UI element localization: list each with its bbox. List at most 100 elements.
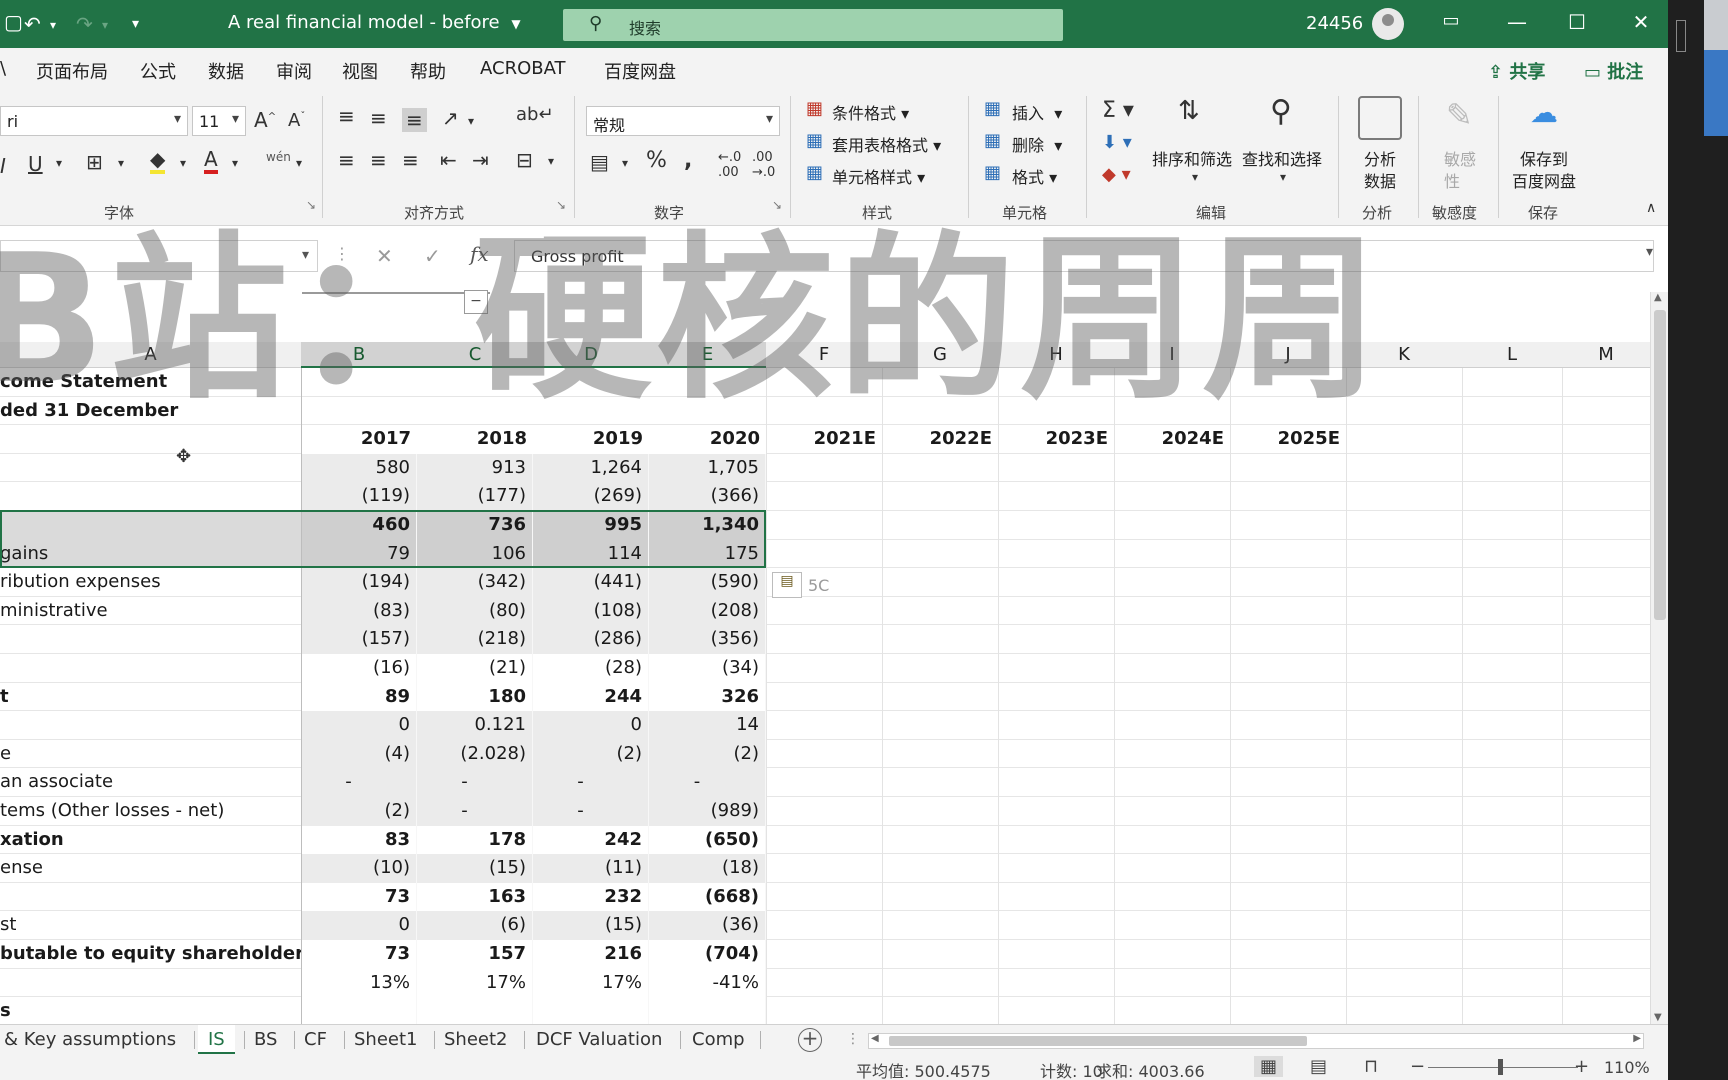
merge-center-icon[interactable]: ⊟ [516, 148, 533, 172]
dialog-launcher-icon[interactable]: ↘ [772, 198, 782, 212]
table-cell[interactable]: 2019 [533, 425, 649, 454]
column-header-l[interactable]: L [1462, 342, 1562, 368]
table-cell[interactable]: (108) [533, 596, 649, 626]
table-cell[interactable]: 17% [533, 968, 649, 998]
font-size-select[interactable]: 11 ▾ [192, 106, 246, 136]
table-cell[interactable]: 157 [417, 940, 533, 969]
column-header-i[interactable]: I [1114, 342, 1230, 368]
table-cell[interactable]: 1,264 [533, 453, 649, 483]
table-row[interactable]: 2017 2018 2019 2020 2021E 2022E 2023E 2024E 2025… [0, 425, 1652, 454]
zoom-slider-thumb[interactable] [1498, 1059, 1503, 1075]
tab-key-assumptions[interactable]: & Key assumptions [4, 1025, 176, 1055]
undo-dropdown-icon[interactable]: ▾ [50, 18, 56, 32]
share-button[interactable]: ⇪ 共享 [1488, 58, 1545, 84]
chevron-down-icon[interactable]: ▾ [118, 156, 124, 170]
table-cell[interactable]: (177) [417, 482, 533, 511]
underline-icon[interactable]: U [28, 152, 43, 176]
dialog-launcher-icon[interactable]: ↘ [306, 198, 316, 212]
table-cell[interactable]: (989) [649, 797, 766, 826]
table-cell[interactable]: (119) [301, 482, 417, 511]
table-cell[interactable]: (650) [649, 825, 766, 855]
table-cell[interactable]: (590) [649, 568, 766, 597]
increase-font-icon[interactable]: A^ [254, 108, 276, 132]
table-row[interactable]: (119) (177) (269) (366) [0, 482, 1652, 511]
table-cell[interactable]: 0.121 [417, 711, 533, 740]
align-middle-icon[interactable]: ≡ [370, 106, 387, 130]
analyze-data-label-1[interactable]: 分析 [1364, 146, 1396, 170]
table-cell[interactable]: 2022E [882, 425, 998, 454]
table-cell[interactable]: (83) [301, 596, 417, 626]
table-row[interactable]: 0 0.121 0 14 [0, 711, 1652, 740]
table-cell[interactable]: (36) [649, 911, 766, 940]
table-cell[interactable]: 580 [301, 453, 417, 483]
table-cell[interactable]: 995 [533, 511, 649, 540]
table-cell[interactable]: 0 [301, 711, 417, 740]
table-row[interactable]: st 0 (6) (15) (36) [0, 911, 1652, 940]
table-cell[interactable]: (4) [301, 739, 417, 769]
table-cell[interactable]: 180 [417, 682, 533, 712]
table-cell[interactable]: 17% [417, 968, 533, 998]
tab-splitter-icon[interactable]: ⋮ [846, 1031, 860, 1047]
save-to-pan-label-2[interactable]: 百度网盘 [1512, 168, 1576, 192]
table-cell[interactable]: 326 [649, 682, 766, 712]
menu-item-review[interactable]: 审阅 [276, 58, 312, 84]
table-cell[interactable]: 89 [301, 682, 417, 712]
row-label[interactable]: st [0, 911, 301, 940]
normal-view-icon[interactable]: ▦ [1254, 1056, 1284, 1077]
table-cell[interactable]: (18) [649, 854, 766, 883]
minimize-icon[interactable]: — [1502, 10, 1532, 34]
align-top-icon[interactable]: ≡ [338, 104, 355, 128]
table-cell[interactable]: 2021E [766, 425, 882, 454]
clear-icon[interactable]: ◆ ▾ [1102, 164, 1131, 185]
spreadsheet-grid[interactable]: ABCDEFGHIJKLM come Statement ded 31 Decem… [0, 342, 1652, 1030]
row-label[interactable]: ribution expenses [0, 568, 301, 597]
row-label[interactable]: an associate [0, 768, 301, 797]
menu-item-data[interactable]: 数据 [208, 58, 244, 84]
decrease-font-icon[interactable]: Aˇ [288, 110, 305, 131]
font-name-select[interactable]: ri ▾ [0, 106, 188, 136]
table-cell[interactable]: (21) [417, 654, 533, 683]
table-cell[interactable]: (441) [533, 568, 649, 597]
row-label[interactable]: ministrative [0, 597, 301, 626]
table-row[interactable]: s [0, 997, 1652, 1026]
chevron-down-icon[interactable]: ▾ [56, 156, 62, 170]
row-label[interactable] [0, 969, 301, 998]
add-sheet-icon[interactable]: + [798, 1028, 822, 1052]
row-label[interactable]: ded 31 December [0, 397, 301, 426]
row-label[interactable] [0, 654, 301, 683]
table-cell[interactable]: 0 [533, 711, 649, 740]
table-cell[interactable] [649, 368, 766, 397]
table-cell[interactable]: - [301, 768, 417, 797]
column-header-k[interactable]: K [1346, 342, 1462, 368]
table-row[interactable]: (157) (218) (286) (356) [0, 625, 1652, 654]
formula-input[interactable]: Gross profit [514, 240, 1654, 272]
table-cell[interactable] [533, 997, 649, 1026]
table-row[interactable]: 460 736 995 1,340 [0, 511, 1652, 540]
quick-analysis-icon[interactable]: ▤ [772, 572, 802, 598]
row-label[interactable] [0, 454, 301, 483]
table-row[interactable]: ministrative (83) (80) (108) (208) [0, 596, 1652, 626]
tab-is[interactable]: IS [198, 1025, 235, 1055]
delete-button[interactable]: 删除 ▾ [1012, 132, 1062, 156]
column-header-c[interactable]: C [417, 342, 533, 368]
row-label[interactable] [0, 425, 301, 454]
table-cell[interactable]: 0 [301, 911, 417, 940]
borders-icon[interactable]: ⊞ [86, 150, 103, 174]
insert-button[interactable]: 插入 ▾ [1012, 100, 1062, 124]
enter-icon[interactable]: ✓ [424, 244, 441, 268]
comments-button[interactable]: ▭ 批注 [1584, 58, 1643, 84]
ribbon-display-icon[interactable]: ▭ [1436, 10, 1466, 31]
column-header-m[interactable]: M [1562, 342, 1650, 368]
table-cell[interactable]: (2) [649, 739, 766, 769]
cell-styles-button[interactable]: 单元格样式 ▾ [832, 164, 925, 188]
table-cell[interactable]: (208) [649, 596, 766, 626]
find-select-button[interactable]: 查找和选择 [1242, 146, 1322, 170]
table-row[interactable]: ense (10) (15) (11) (18) [0, 854, 1652, 883]
row-label[interactable]: s [0, 997, 301, 1026]
comma-style-icon[interactable]: , [684, 148, 692, 173]
scroll-up-icon[interactable]: ▲ [1654, 292, 1662, 303]
table-row[interactable]: t 89 180 244 326 [0, 682, 1652, 712]
save-to-pan-label-1[interactable]: 保存到 [1520, 146, 1568, 170]
menu-item-partial[interactable]: \ [0, 58, 6, 79]
table-cell[interactable] [417, 997, 533, 1026]
